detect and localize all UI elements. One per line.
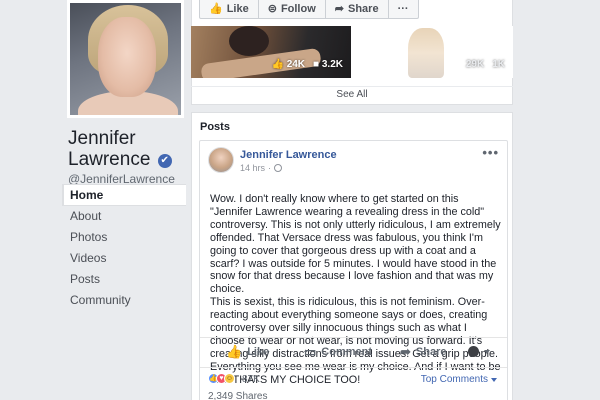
chevron-down-icon: [484, 349, 490, 354]
share-page-button[interactable]: ➦ Share: [326, 0, 389, 18]
sidebar-item-community[interactable]: Community: [62, 290, 186, 311]
post-like-label: Like: [247, 345, 270, 358]
photo-strip: 👍 24K ■ 3.2K 29K 1K: [191, 26, 513, 78]
reaction-count[interactable]: 87K: [242, 374, 260, 385]
meta-separator: ·: [268, 163, 272, 173]
reactions-summary: 👍 ♥ ☺ 87K Top Comments: [200, 367, 507, 389]
sidebar-item-posts[interactable]: Posts: [62, 269, 186, 290]
follow-label: Follow: [280, 3, 316, 15]
verified-badge-icon: ✔: [157, 154, 172, 168]
top-comments-label: Top Comments: [420, 374, 488, 385]
sidebar-item-about[interactable]: About: [62, 206, 186, 227]
photo-subject-figure: [408, 28, 444, 78]
like-page-label: Like: [226, 3, 249, 15]
reaction-icons[interactable]: 👍 ♥ ☺: [208, 373, 235, 384]
author-avatar[interactable]: [208, 147, 234, 173]
share-arrow-icon: ➦: [400, 344, 411, 359]
thumbs-up-icon: 👍: [271, 59, 287, 70]
page-name-first: Jennifer: [68, 128, 136, 149]
more-options-button[interactable]: ···: [389, 0, 418, 18]
photo-subject-head: [229, 26, 269, 56]
post-meta: 14 hrs ·: [240, 163, 283, 173]
photo-comment-count: 3.2K: [321, 59, 343, 70]
sidebar-nav: Home About Photos Videos Posts Community: [62, 184, 186, 311]
post-like-button[interactable]: 👍 Like: [226, 345, 269, 358]
globe-icon: [274, 164, 283, 172]
comment-icon: ■: [313, 59, 322, 70]
profile-photo-face: [98, 17, 156, 97]
post-action-bar: 👍 Like ▭ Comment ➦ Share: [200, 337, 507, 365]
share-arrow-icon: ➦: [334, 3, 344, 15]
photo-comment-count: 1K: [492, 59, 505, 70]
photo-stats: 29K 1K: [466, 59, 505, 70]
photo-like-count: 29K: [465, 59, 485, 70]
profile-picture[interactable]: [67, 0, 184, 118]
page-title: Jennifer Lawrence ✔: [68, 128, 188, 170]
post-comment-button[interactable]: ▭ Comment: [304, 345, 372, 358]
user-avatar-icon: [468, 346, 479, 357]
reaction-selector-button[interactable]: [468, 346, 490, 357]
share-page-label: Share: [347, 3, 379, 15]
page-action-bar: 👍 Like ⊜ Follow ➦ Share ···: [199, 0, 419, 19]
post-share-label: Share: [415, 345, 447, 358]
thumbs-up-icon: 👍: [209, 3, 223, 15]
posts-heading: Posts: [200, 121, 230, 133]
photo-comments: ■ 3.2K: [313, 59, 343, 70]
post-timestamp[interactable]: 14 hrs: [240, 163, 265, 173]
post-options-icon[interactable]: •••: [482, 145, 499, 160]
post: Jennifer Lawrence 14 hrs · ••• Wow. I do…: [199, 140, 508, 400]
photo-thumbnail[interactable]: 29K 1K: [353, 26, 513, 78]
photo-like-count: 24K: [286, 59, 306, 70]
share-count[interactable]: 2,349 Shares: [208, 391, 268, 400]
photo-likes: 👍 24K: [271, 59, 305, 70]
sidebar-item-videos[interactable]: Videos: [62, 248, 186, 269]
sidebar-item-home[interactable]: Home: [62, 184, 186, 206]
thumbs-up-icon: 👍: [226, 344, 243, 359]
post-comment-label: Comment: [321, 345, 373, 358]
haha-reaction-icon: ☺: [224, 373, 235, 384]
sidebar-item-photos[interactable]: Photos: [62, 227, 186, 248]
see-all-link[interactable]: See All: [191, 86, 513, 100]
photo-stats: 👍 24K ■ 3.2K: [271, 59, 343, 70]
chevron-down-icon: [491, 377, 497, 382]
comment-bubble-icon: ▭: [304, 344, 317, 359]
top-comments-dropdown[interactable]: Top Comments: [421, 374, 497, 385]
page-name-last: Lawrence: [68, 149, 151, 170]
post-share-button[interactable]: ➦ Share: [400, 345, 446, 358]
follow-button[interactable]: ⊜ Follow: [259, 0, 326, 18]
post-author-link[interactable]: Jennifer Lawrence: [240, 149, 337, 161]
posts-card: Posts Jennifer Lawrence 14 hrs · ••• Wow…: [191, 112, 513, 400]
like-page-button[interactable]: 👍 Like: [200, 0, 259, 18]
photo-thumbnail[interactable]: 👍 24K ■ 3.2K: [191, 26, 351, 78]
follow-icon: ⊜: [267, 3, 277, 15]
